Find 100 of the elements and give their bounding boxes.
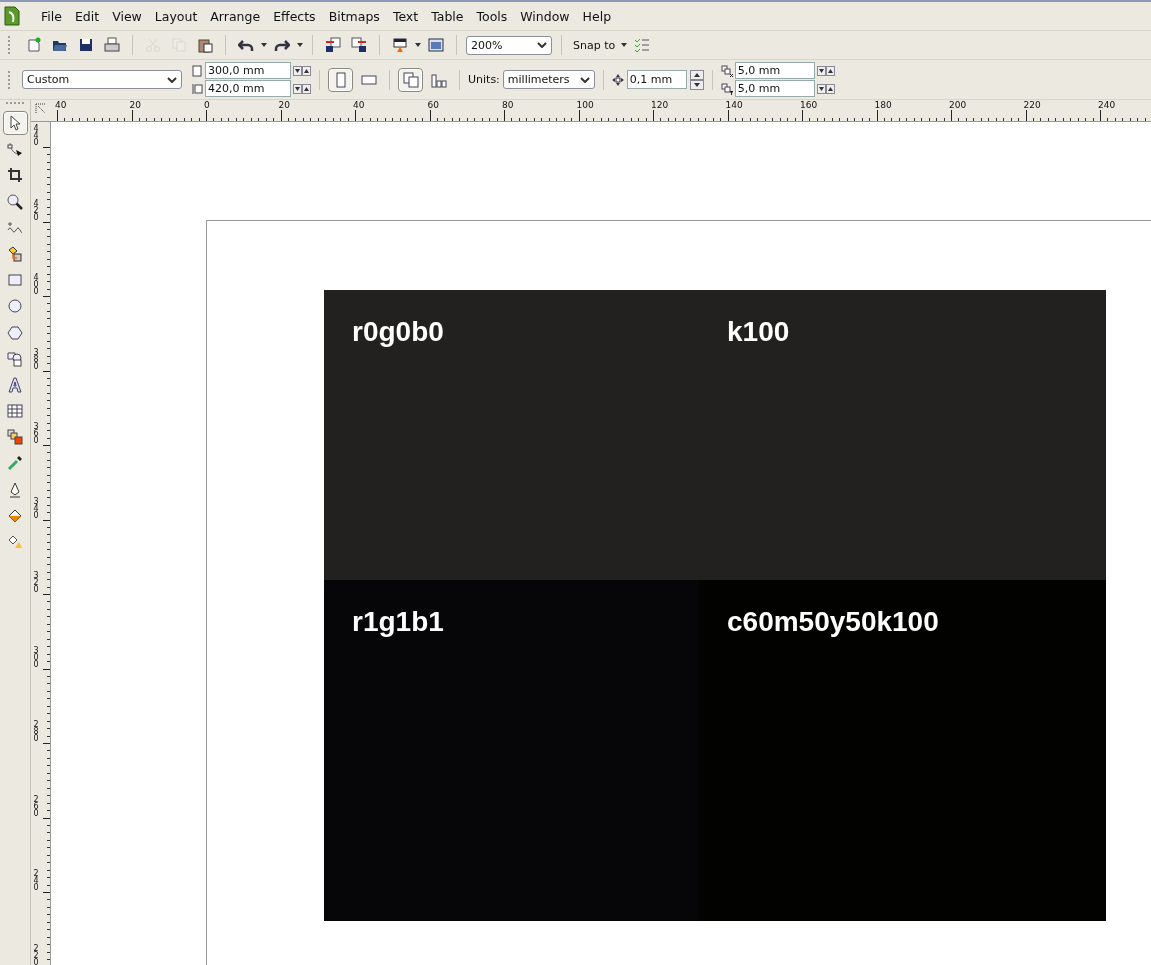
ruler-label: 160 <box>799 100 819 110</box>
page-height-field[interactable]: 420,0 mm <box>205 80 291 97</box>
menu-item[interactable]: Table <box>425 8 471 24</box>
duplicate-x-icon <box>720 64 733 77</box>
spin-arrows-icon[interactable] <box>816 65 835 76</box>
arrow-pointer-icon[interactable] <box>7 115 23 131</box>
spin-arrows-icon[interactable] <box>689 69 704 90</box>
ruler-label: 340 <box>31 497 41 519</box>
chevron-down-icon[interactable] <box>579 76 590 83</box>
swatch-label: c60m50y50k100 <box>727 606 939 637</box>
ruler-label: 140 <box>724 100 744 110</box>
hexagon-icon[interactable] <box>7 324 23 341</box>
spin-arrows-icon[interactable] <box>816 83 835 94</box>
eyedropper-icon[interactable] <box>7 455 23 472</box>
spin-arrows-icon[interactable] <box>293 83 311 94</box>
caret-icon[interactable] <box>297 43 303 47</box>
ruler-label: 60 <box>426 100 440 110</box>
overlapping-squares-icon[interactable] <box>7 429 23 446</box>
ruler-label: 280 <box>31 721 41 742</box>
ruler-label: 100 <box>575 100 595 110</box>
menu-item[interactable]: Effects <box>267 8 323 24</box>
save-icon[interactable] <box>78 37 94 53</box>
bar-pages-icon <box>430 71 447 88</box>
new-document-icon[interactable] <box>26 37 42 53</box>
page-width-field[interactable]: 300,0 mm <box>205 62 291 79</box>
move-arrows-icon <box>611 73 624 86</box>
ruler-label: 20 <box>128 100 142 110</box>
ruler-label: 200 <box>948 100 968 110</box>
ruler-label: 240 <box>1097 100 1117 110</box>
stacked-pages-icon <box>402 71 419 88</box>
ruler-label: 320 <box>31 572 41 593</box>
ruler-label: 360 <box>31 423 41 444</box>
rectangle-icon[interactable] <box>7 272 23 289</box>
printer-icon[interactable] <box>104 37 120 53</box>
paint-bucket-icon[interactable] <box>7 507 23 524</box>
clipboard-icon[interactable] <box>197 37 213 53</box>
menu-item[interactable]: Help <box>576 8 619 24</box>
menu-item[interactable]: Tools <box>470 8 515 24</box>
duplicate-y-icon <box>720 82 733 95</box>
window-icon[interactable] <box>428 37 444 53</box>
ruler-label: 400 <box>31 274 41 295</box>
duplicate-y-field[interactable]: 5,0 mm <box>734 80 815 97</box>
shapes-icon[interactable] <box>7 350 23 367</box>
ruler-label: 180 <box>873 100 893 110</box>
checklist-icon[interactable] <box>634 37 651 53</box>
menu-item[interactable]: Window <box>514 8 577 24</box>
ellipse-icon[interactable] <box>7 298 23 315</box>
magnifier-icon[interactable] <box>7 193 23 210</box>
menu-item[interactable]: File <box>35 8 69 24</box>
node-curve-icon[interactable] <box>7 141 23 158</box>
menu-item[interactable]: View <box>106 8 149 24</box>
undo-icon[interactable] <box>238 37 254 53</box>
ruler-label: 220 <box>31 944 41 965</box>
orientation-button[interactable] <box>328 67 353 92</box>
export-icon[interactable] <box>351 37 367 53</box>
menu-item[interactable]: Edit <box>68 8 107 24</box>
ruler-origin-icon[interactable] <box>35 103 47 115</box>
caret-icon[interactable] <box>415 43 421 47</box>
ruler-label: 240 <box>31 870 41 891</box>
page-width-icon <box>191 64 203 77</box>
gradient-fill-icon[interactable] <box>7 534 23 550</box>
snap-to-menu[interactable]: Snap to <box>571 38 618 52</box>
ruler-label: 120 <box>650 100 670 110</box>
menu-item[interactable]: Text <box>386 8 426 24</box>
ruler-label: 0 <box>203 100 211 110</box>
ruler-label: 40 <box>54 100 68 110</box>
menu-item[interactable]: Arrange <box>204 8 268 24</box>
page-size-dropdown[interactable]: Custom <box>22 70 182 89</box>
ruler-label: 260 <box>31 795 41 817</box>
ruler-label: 220 <box>1022 100 1042 110</box>
pen-nib-icon[interactable] <box>7 481 23 498</box>
squiggle-icon[interactable] <box>7 219 23 236</box>
menu-item[interactable]: Layout <box>148 8 205 24</box>
ruler-label: 20 <box>277 100 291 110</box>
crop-icon[interactable] <box>7 167 23 184</box>
page-height-icon <box>191 82 203 95</box>
ruler-label: 440 <box>31 125 41 146</box>
letter-a-icon[interactable] <box>7 376 23 393</box>
app-logo-icon <box>4 6 20 26</box>
chevron-down-icon[interactable] <box>167 76 177 83</box>
swatch-label: k100 <box>727 316 790 347</box>
swatch-label: r1g1b1 <box>352 606 444 637</box>
menu-item[interactable]: Bitmaps <box>322 8 387 24</box>
ruler-label: 420 <box>31 199 41 221</box>
ruler-label: 40 <box>352 100 366 110</box>
zoom-level-dropdown[interactable]: 200% <box>466 35 552 55</box>
nudge-field[interactable]: 0,1 mm <box>626 70 687 89</box>
publish-icon[interactable] <box>392 37 408 53</box>
swatch-label: r0g0b0 <box>352 316 444 347</box>
duplicate-x-field[interactable]: 5,0 mm <box>734 62 815 79</box>
caret-icon[interactable] <box>621 43 628 47</box>
import-icon[interactable] <box>325 37 341 53</box>
table-grid-icon[interactable] <box>7 403 23 420</box>
fill-bucket-icon[interactable] <box>7 245 23 262</box>
page-layout-button[interactable] <box>398 67 423 92</box>
units-dropdown[interactable]: millimeters <box>502 70 595 89</box>
spin-arrows-icon[interactable] <box>293 65 311 76</box>
caret-icon[interactable] <box>261 43 267 47</box>
chevron-down-icon[interactable] <box>537 42 547 48</box>
redo-icon[interactable] <box>274 37 290 53</box>
